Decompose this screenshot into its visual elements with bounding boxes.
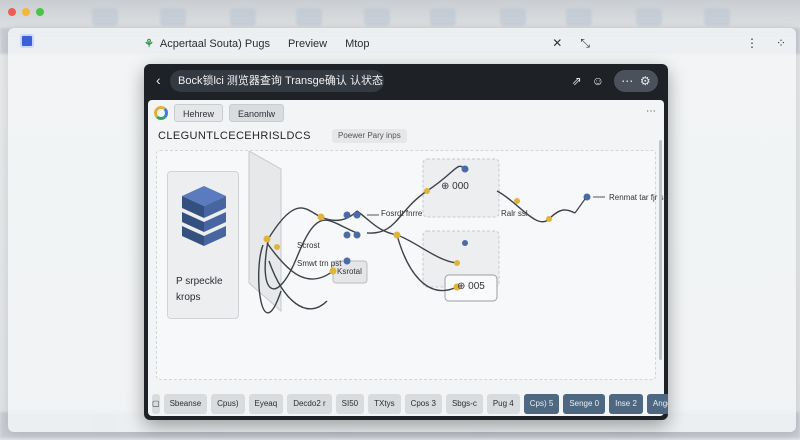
background-tile bbox=[430, 8, 456, 26]
graph-node[interactable] bbox=[343, 231, 351, 239]
menu-pill[interactable]: ⋯ ⚙ bbox=[614, 70, 658, 92]
chip[interactable]: Cpus) bbox=[211, 394, 245, 414]
page-content: Hehrew Eanomlw ⋯ CLEGUNTLCECEHRISLDCS Po… bbox=[148, 100, 668, 416]
graph-node[interactable] bbox=[462, 240, 468, 246]
background-tile bbox=[92, 8, 118, 26]
app-tab-mtop[interactable]: Mtop bbox=[345, 38, 369, 50]
sprout-icon: ⚘ bbox=[144, 38, 154, 50]
chip[interactable]: Decdo2 r bbox=[287, 394, 332, 414]
bottom-chip-bar: ▢ Sbeanse Cpus) Eyeaq Decdo2 r SI50 TXty… bbox=[148, 392, 668, 416]
node-label: Fosrdt fnrre bbox=[381, 209, 423, 218]
chip[interactable]: Ange 3 bbox=[646, 394, 668, 414]
resize-icon[interactable]: ⤡ bbox=[580, 36, 590, 51]
close-window-icon[interactable] bbox=[8, 8, 16, 16]
app-tabs: ⚘ Acpertaal Souta) Pugs Preview Mtop bbox=[144, 37, 370, 51]
settings-gear-icon[interactable]: ⚙ bbox=[640, 74, 651, 88]
browser-title-pill[interactable]: Bock锁lci 测览器查询 Transge确认 认状态 bbox=[170, 70, 384, 92]
background-tile bbox=[636, 8, 662, 26]
app-tab-preview[interactable]: Preview bbox=[288, 38, 327, 50]
graph-node[interactable] bbox=[353, 231, 361, 239]
graph-node[interactable] bbox=[454, 260, 460, 266]
background-tile bbox=[566, 8, 592, 26]
background-tile bbox=[364, 8, 390, 26]
chip[interactable]: Senge 0 bbox=[563, 394, 606, 414]
workflow-diagram: P srpeckle krops Fosrdt fnrre Ksrotal Sc… bbox=[156, 150, 668, 380]
more-vertical-icon[interactable]: ⋮ bbox=[746, 36, 758, 51]
vertical-scrollbar[interactable] bbox=[659, 140, 662, 360]
graph-node[interactable] bbox=[263, 235, 271, 243]
close-icon[interactable]: ✕ bbox=[552, 36, 562, 51]
graph-node[interactable] bbox=[514, 198, 520, 204]
node-label: Scrost bbox=[297, 241, 320, 250]
toolbar-icons: ⇗ ☺ ⋯ ⚙ bbox=[572, 70, 658, 92]
chip[interactable]: Cps) 5 bbox=[523, 394, 560, 414]
tab-hehrew[interactable]: Hehrew bbox=[174, 104, 224, 122]
graph-panel-shape bbox=[248, 151, 282, 313]
share-icon[interactable]: ⇗ bbox=[572, 74, 582, 88]
graph-node[interactable] bbox=[329, 267, 337, 275]
node-label: Smwt trn pst bbox=[297, 259, 342, 268]
node-value: ⊕ 005 bbox=[457, 281, 485, 292]
graph-node[interactable] bbox=[343, 257, 351, 265]
chip[interactable]: Pug 4 bbox=[486, 394, 520, 414]
background-tile bbox=[704, 8, 730, 26]
connection-graph bbox=[248, 151, 605, 314]
browser-title: Bock锁lci 测览器查询 Transge确认 认状态 bbox=[178, 75, 383, 87]
back-arrow-icon[interactable]: ‹ bbox=[156, 72, 161, 88]
document-title: CLEGUNTLCECEHRISLDCS bbox=[158, 130, 311, 142]
more-horizontal-icon[interactable]: ⋯ bbox=[621, 74, 633, 88]
chip[interactable]: TXtys bbox=[368, 394, 401, 414]
node-label: Ralr ssl bbox=[501, 209, 528, 218]
background-tile bbox=[500, 8, 526, 26]
user-icon[interactable]: ☺ bbox=[592, 74, 604, 88]
window-traffic-lights[interactable] bbox=[8, 8, 44, 16]
node-value: ⊕ 000 bbox=[441, 181, 469, 192]
app-window: ⚘ Acpertaal Souta) Pugs Preview Mtop ✕ ⤡… bbox=[8, 28, 796, 432]
chip[interactable]: Sbeanse bbox=[163, 394, 208, 414]
app-logo-icon bbox=[20, 34, 34, 48]
tab-more-icon[interactable]: ⋯ bbox=[646, 106, 656, 117]
graph-node[interactable] bbox=[274, 244, 280, 250]
graph-node[interactable] bbox=[343, 211, 351, 219]
background-tile bbox=[230, 8, 256, 26]
app-tab-plugins[interactable]: Acpertaal Souta) Pugs bbox=[160, 38, 270, 50]
browser-panel: ‹ Bock锁lci 测览器查询 Transge确认 认状态 ⇗ ☺ ⋯ ⚙ H… bbox=[144, 64, 668, 420]
content-tabs: Hehrew Eanomlw bbox=[154, 104, 285, 122]
tab-eanomlw[interactable]: Eanomlw bbox=[229, 104, 285, 122]
graph-node[interactable] bbox=[546, 216, 552, 222]
maximize-window-icon[interactable] bbox=[36, 8, 44, 16]
controls-spacer bbox=[608, 36, 728, 51]
background-tile bbox=[296, 8, 322, 26]
chip[interactable]: Eyeaq bbox=[248, 394, 284, 414]
chip[interactable]: SI50 bbox=[335, 394, 365, 414]
chip[interactable]: Sbgs-c bbox=[445, 394, 483, 414]
browser-logo-icon bbox=[154, 106, 168, 120]
graph-node[interactable] bbox=[317, 213, 325, 221]
chip[interactable]: Cpos 3 bbox=[404, 394, 442, 414]
copy-icon[interactable]: ▢ bbox=[152, 394, 160, 414]
grid-icon[interactable]: ⁘ bbox=[776, 36, 786, 51]
browser-toolbar: ‹ Bock锁lci 测览器查询 Transge确认 认状态 ⇗ ☺ ⋯ ⚙ bbox=[144, 64, 668, 98]
graph-node[interactable] bbox=[424, 188, 430, 194]
node-label: Ksrotal bbox=[337, 267, 362, 276]
graph-node[interactable] bbox=[353, 211, 361, 219]
graph-node[interactable] bbox=[393, 231, 401, 239]
background-tile bbox=[160, 8, 186, 26]
graph-node[interactable] bbox=[461, 165, 469, 173]
window-controls: ✕ ⤡ ⋮ ⁘ bbox=[552, 36, 786, 51]
chip[interactable]: Inse 2 bbox=[609, 394, 643, 414]
minimize-window-icon[interactable] bbox=[22, 8, 30, 16]
document-badge: Poewer Pary inps bbox=[332, 129, 407, 143]
